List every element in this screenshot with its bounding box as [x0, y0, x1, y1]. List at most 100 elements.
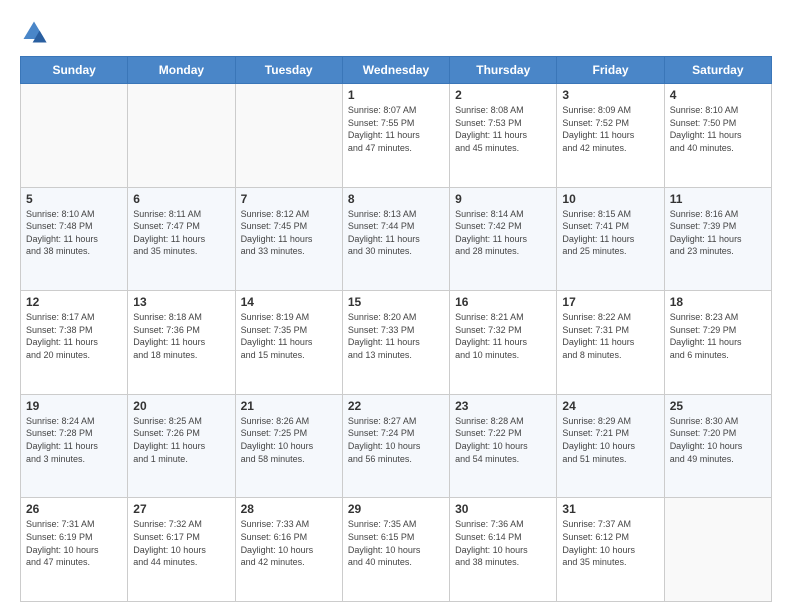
- cell-info: Sunrise: 8:14 AM Sunset: 7:42 PM Dayligh…: [455, 208, 551, 258]
- calendar-row-3: 19 Sunrise: 8:24 AM Sunset: 7:28 PM Dayli…: [21, 394, 772, 498]
- calendar-cell: 1 Sunrise: 8:07 AM Sunset: 7:55 PM Daylig…: [342, 84, 449, 188]
- header: [20, 18, 772, 46]
- calendar-row-1: 5Sunrise: 8:10 AM Sunset: 7:48 PM Daylig…: [21, 187, 772, 291]
- cell-info: Sunrise: 8:17 AM Sunset: 7:38 PM Dayligh…: [26, 311, 122, 361]
- day-number: 1: [348, 88, 444, 102]
- day-number: 12: [26, 295, 122, 309]
- calendar-cell: 15 Sunrise: 8:20 AM Sunset: 7:33 PM Dayli…: [342, 291, 449, 395]
- calendar-cell: [128, 84, 235, 188]
- calendar-cell: 16 Sunrise: 8:21 AM Sunset: 7:32 PM Dayli…: [450, 291, 557, 395]
- calendar-cell: 8Sunrise: 8:13 AM Sunset: 7:44 PM Daylig…: [342, 187, 449, 291]
- cell-info: Sunrise: 8:09 AM Sunset: 7:52 PM Dayligh…: [562, 104, 658, 154]
- calendar-cell: 24 Sunrise: 8:29 AM Sunset: 7:21 PM Dayli…: [557, 394, 664, 498]
- calendar-cell: 3 Sunrise: 8:09 AM Sunset: 7:52 PM Daylig…: [557, 84, 664, 188]
- cell-info: Sunrise: 8:19 AM Sunset: 7:35 PM Dayligh…: [241, 311, 337, 361]
- cell-info: Sunrise: 7:31 AM Sunset: 6:19 PM Dayligh…: [26, 518, 122, 568]
- page: SundayMondayTuesdayWednesdayThursdayFrid…: [0, 0, 792, 612]
- calendar-cell: 18Sunrise: 8:23 AM Sunset: 7:29 PM Dayli…: [664, 291, 771, 395]
- cell-info: Sunrise: 8:21 AM Sunset: 7:32 PM Dayligh…: [455, 311, 551, 361]
- day-number: 22: [348, 399, 444, 413]
- cell-info: Sunrise: 7:32 AM Sunset: 6:17 PM Dayligh…: [133, 518, 229, 568]
- day-number: 23: [455, 399, 551, 413]
- cell-info: Sunrise: 8:10 AM Sunset: 7:48 PM Dayligh…: [26, 208, 122, 258]
- calendar-cell: 21 Sunrise: 8:26 AM Sunset: 7:25 PM Dayli…: [235, 394, 342, 498]
- day-number: 28: [241, 502, 337, 516]
- weekday-monday: Monday: [128, 57, 235, 84]
- calendar-cell: 27 Sunrise: 7:32 AM Sunset: 6:17 PM Dayli…: [128, 498, 235, 602]
- weekday-saturday: Saturday: [664, 57, 771, 84]
- day-number: 19: [26, 399, 122, 413]
- calendar-cell: 17 Sunrise: 8:22 AM Sunset: 7:31 PM Dayli…: [557, 291, 664, 395]
- calendar-cell: 5Sunrise: 8:10 AM Sunset: 7:48 PM Daylig…: [21, 187, 128, 291]
- weekday-thursday: Thursday: [450, 57, 557, 84]
- calendar-cell: 28Sunrise: 7:33 AM Sunset: 6:16 PM Dayli…: [235, 498, 342, 602]
- weekday-header-row: SundayMondayTuesdayWednesdayThursdayFrid…: [21, 57, 772, 84]
- calendar-cell: 6Sunrise: 8:11 AM Sunset: 7:47 PM Daylig…: [128, 187, 235, 291]
- cell-info: Sunrise: 7:36 AM Sunset: 6:14 PM Dayligh…: [455, 518, 551, 568]
- day-number: 24: [562, 399, 658, 413]
- cell-info: Sunrise: 8:27 AM Sunset: 7:24 PM Dayligh…: [348, 415, 444, 465]
- calendar-cell: 31 Sunrise: 7:37 AM Sunset: 6:12 PM Dayli…: [557, 498, 664, 602]
- calendar-cell: 9Sunrise: 8:14 AM Sunset: 7:42 PM Daylig…: [450, 187, 557, 291]
- calendar-cell: 29 Sunrise: 7:35 AM Sunset: 6:15 PM Dayli…: [342, 498, 449, 602]
- calendar-cell: [21, 84, 128, 188]
- day-number: 3: [562, 88, 658, 102]
- cell-info: Sunrise: 7:37 AM Sunset: 6:12 PM Dayligh…: [562, 518, 658, 568]
- cell-info: Sunrise: 8:10 AM Sunset: 7:50 PM Dayligh…: [670, 104, 766, 154]
- cell-info: Sunrise: 8:08 AM Sunset: 7:53 PM Dayligh…: [455, 104, 551, 154]
- day-number: 7: [241, 192, 337, 206]
- calendar-cell: 10Sunrise: 8:15 AM Sunset: 7:41 PM Dayli…: [557, 187, 664, 291]
- cell-info: Sunrise: 8:29 AM Sunset: 7:21 PM Dayligh…: [562, 415, 658, 465]
- day-number: 30: [455, 502, 551, 516]
- calendar-cell: 23 Sunrise: 8:28 AM Sunset: 7:22 PM Dayli…: [450, 394, 557, 498]
- calendar-row-2: 12 Sunrise: 8:17 AM Sunset: 7:38 PM Dayli…: [21, 291, 772, 395]
- day-number: 25: [670, 399, 766, 413]
- calendar-cell: 19 Sunrise: 8:24 AM Sunset: 7:28 PM Dayli…: [21, 394, 128, 498]
- day-number: 14: [241, 295, 337, 309]
- day-number: 13: [133, 295, 229, 309]
- day-number: 6: [133, 192, 229, 206]
- weekday-wednesday: Wednesday: [342, 57, 449, 84]
- weekday-friday: Friday: [557, 57, 664, 84]
- day-number: 27: [133, 502, 229, 516]
- calendar-cell: 2 Sunrise: 8:08 AM Sunset: 7:53 PM Daylig…: [450, 84, 557, 188]
- day-number: 20: [133, 399, 229, 413]
- cell-info: Sunrise: 8:24 AM Sunset: 7:28 PM Dayligh…: [26, 415, 122, 465]
- calendar-cell: 7 Sunrise: 8:12 AM Sunset: 7:45 PM Daylig…: [235, 187, 342, 291]
- calendar-cell: 22 Sunrise: 8:27 AM Sunset: 7:24 PM Dayli…: [342, 394, 449, 498]
- cell-info: Sunrise: 8:30 AM Sunset: 7:20 PM Dayligh…: [670, 415, 766, 465]
- cell-info: Sunrise: 8:12 AM Sunset: 7:45 PM Dayligh…: [241, 208, 337, 258]
- calendar-row-4: 26 Sunrise: 7:31 AM Sunset: 6:19 PM Dayli…: [21, 498, 772, 602]
- cell-info: Sunrise: 7:35 AM Sunset: 6:15 PM Dayligh…: [348, 518, 444, 568]
- day-number: 15: [348, 295, 444, 309]
- logo-icon: [20, 18, 48, 46]
- calendar-cell: 14 Sunrise: 8:19 AM Sunset: 7:35 PM Dayli…: [235, 291, 342, 395]
- calendar-cell: [235, 84, 342, 188]
- day-number: 2: [455, 88, 551, 102]
- day-number: 16: [455, 295, 551, 309]
- cell-info: Sunrise: 8:15 AM Sunset: 7:41 PM Dayligh…: [562, 208, 658, 258]
- calendar-row-0: 1 Sunrise: 8:07 AM Sunset: 7:55 PM Daylig…: [21, 84, 772, 188]
- calendar-table: SundayMondayTuesdayWednesdayThursdayFrid…: [20, 56, 772, 602]
- day-number: 18: [670, 295, 766, 309]
- cell-info: Sunrise: 8:25 AM Sunset: 7:26 PM Dayligh…: [133, 415, 229, 465]
- cell-info: Sunrise: 8:20 AM Sunset: 7:33 PM Dayligh…: [348, 311, 444, 361]
- day-number: 8: [348, 192, 444, 206]
- calendar-cell: 30 Sunrise: 7:36 AM Sunset: 6:14 PM Dayli…: [450, 498, 557, 602]
- cell-info: Sunrise: 8:26 AM Sunset: 7:25 PM Dayligh…: [241, 415, 337, 465]
- day-number: 31: [562, 502, 658, 516]
- day-number: 11: [670, 192, 766, 206]
- cell-info: Sunrise: 8:07 AM Sunset: 7:55 PM Dayligh…: [348, 104, 444, 154]
- day-number: 17: [562, 295, 658, 309]
- cell-info: Sunrise: 8:28 AM Sunset: 7:22 PM Dayligh…: [455, 415, 551, 465]
- calendar-cell: [664, 498, 771, 602]
- calendar-cell: 20 Sunrise: 8:25 AM Sunset: 7:26 PM Dayli…: [128, 394, 235, 498]
- cell-info: Sunrise: 8:22 AM Sunset: 7:31 PM Dayligh…: [562, 311, 658, 361]
- day-number: 26: [26, 502, 122, 516]
- cell-info: Sunrise: 8:18 AM Sunset: 7:36 PM Dayligh…: [133, 311, 229, 361]
- calendar-cell: 26 Sunrise: 7:31 AM Sunset: 6:19 PM Dayli…: [21, 498, 128, 602]
- day-number: 21: [241, 399, 337, 413]
- calendar-cell: 12 Sunrise: 8:17 AM Sunset: 7:38 PM Dayli…: [21, 291, 128, 395]
- day-number: 29: [348, 502, 444, 516]
- logo: [20, 18, 52, 46]
